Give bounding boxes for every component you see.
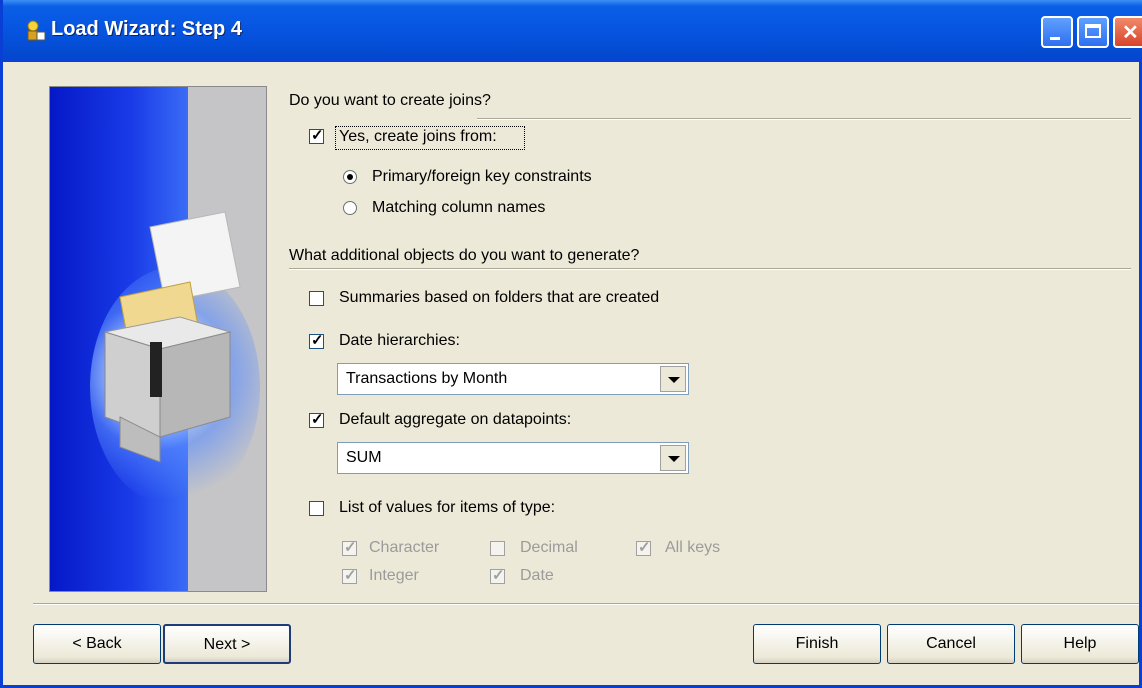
close-button[interactable]: [1113, 16, 1142, 48]
type-decimal-label: Decimal: [520, 539, 578, 556]
next-button[interactable]: Next >: [163, 624, 291, 664]
objects-question: What additional objects do you want to g…: [289, 247, 640, 264]
summaries-label[interactable]: Summaries based on folders that are crea…: [339, 289, 659, 307]
cancel-button[interactable]: Cancel: [887, 624, 1015, 664]
default-aggregate-value: SUM: [346, 449, 382, 466]
date-hierarchies-select[interactable]: Transactions by Month: [337, 363, 689, 395]
file-cabinet-icon: [104, 211, 241, 463]
type-all-keys-checkbox: [636, 538, 651, 556]
footer-separator: [33, 603, 1139, 605]
finish-button[interactable]: Finish: [753, 624, 881, 664]
load-wizard-window: Load Wizard: Step 4 Do you want to creat…: [0, 0, 1142, 688]
pk-fk-radio[interactable]: [343, 170, 357, 184]
type-character-label: Character: [369, 539, 440, 556]
list-of-values-label[interactable]: List of values for items of type:: [339, 499, 555, 517]
date-hierarchies-label[interactable]: Date hierarchies:: [339, 332, 460, 350]
default-aggregate-select[interactable]: SUM: [337, 442, 689, 474]
matching-columns-label[interactable]: Matching column names: [372, 199, 545, 217]
list-of-values-checkbox[interactable]: [309, 501, 324, 516]
default-aggregate-checkbox[interactable]: [309, 410, 324, 428]
minimize-button[interactable]: [1041, 16, 1073, 48]
window-title: Load Wizard: Step 4: [51, 18, 242, 40]
focus-indicator: [335, 126, 525, 150]
joins-separator: [477, 118, 1131, 120]
maximize-button[interactable]: [1077, 16, 1109, 48]
wizard-illustration: [49, 86, 267, 592]
joins-question: Do you want to create joins?: [289, 92, 491, 109]
type-decimal-checkbox: [490, 541, 505, 556]
summaries-checkbox[interactable]: [309, 291, 324, 306]
type-date-label: Date: [520, 567, 554, 584]
date-hierarchies-checkbox[interactable]: [309, 331, 324, 349]
type-character-checkbox: [342, 538, 357, 556]
title-bar[interactable]: Load Wizard: Step 4: [3, 0, 1142, 62]
default-aggregate-label[interactable]: Default aggregate on datapoints:: [339, 411, 571, 429]
type-date-checkbox: [490, 566, 505, 584]
type-integer-checkbox: [342, 566, 357, 584]
chevron-down-icon[interactable]: [660, 366, 686, 392]
wizard-icon: [27, 20, 46, 41]
date-hierarchies-value: Transactions by Month: [346, 370, 508, 387]
type-all-keys-label: All keys: [665, 539, 721, 556]
pk-fk-label[interactable]: Primary/foreign key constraints: [372, 168, 592, 186]
back-button[interactable]: < Back: [33, 624, 161, 664]
type-integer-label: Integer: [369, 567, 419, 584]
matching-columns-radio[interactable]: [343, 201, 357, 215]
objects-separator: [289, 268, 1131, 270]
help-button[interactable]: Help: [1021, 624, 1139, 664]
chevron-down-icon[interactable]: [660, 445, 686, 471]
create-joins-checkbox[interactable]: [309, 126, 324, 144]
